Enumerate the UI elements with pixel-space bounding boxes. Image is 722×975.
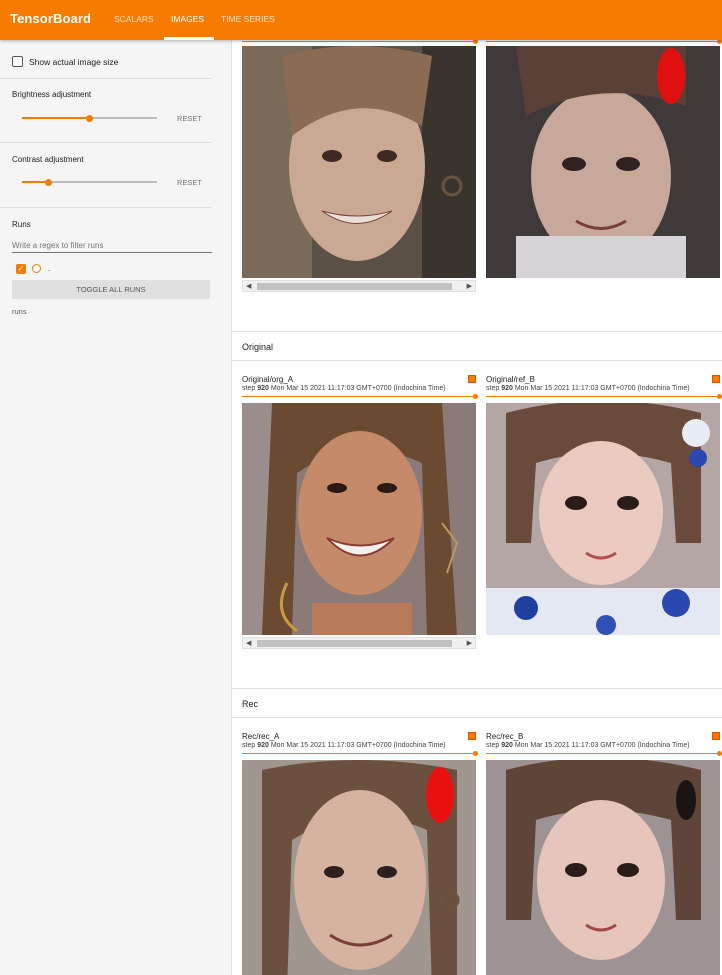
brightness-slider[interactable] [22,114,157,122]
card-meta: step 920 Mon Mar 15 2021 11:17:03 GMT+07… [242,385,446,392]
image-rec-a [242,760,476,975]
step-slider-knob[interactable] [717,40,722,44]
image-org-a [242,403,476,635]
sidebar: Show actual image size Brightness adjust… [0,40,232,975]
scroll-right-icon[interactable]: ▶ [467,282,472,290]
tab-scalars[interactable]: SCALARS [114,14,154,24]
scroll-right-icon[interactable]: ▶ [467,639,472,647]
contrast-slider[interactable] [22,178,157,186]
image-card-ref-b: Original/ref_B step 920 Mon Mar 15 2021 … [486,375,722,640]
step-slider-knob[interactable] [717,751,722,756]
section-title: Original [242,342,274,352]
contrast-title: Contrast adjustment [12,155,84,164]
card-title: Original/org_A [242,375,294,384]
image-rec-b-cropped [486,46,720,278]
tab-time-series[interactable]: TIME SERIES [221,14,275,24]
scrollbar-thumb[interactable] [257,283,452,290]
section-header-rec[interactable]: Rec [232,688,722,718]
brightness-slider-knob[interactable] [86,114,93,122]
card-title: Rec/rec_B [486,732,524,741]
brightness-reset-button[interactable]: RESET [177,114,202,123]
show-actual-size-checkbox[interactable] [12,56,23,67]
step-slider[interactable] [486,40,722,44]
card-meta: step 920 Mon Mar 15 2021 11:17:03 GMT+07… [242,742,446,749]
flag-icon[interactable] [712,375,720,383]
flag-icon[interactable] [712,732,720,740]
run-checkbox[interactable]: ✓ [16,264,26,274]
card-title: Original/ref_B [486,375,535,384]
image-card-rec-b: Rec/rec_B step 920 Mon Mar 15 2021 11:17… [486,732,722,975]
brightness-title: Brightness adjustment [12,90,92,99]
runs-footer: runs [12,307,27,316]
run-filter-input[interactable] [12,238,212,253]
top-app-bar: TensorBoard SCALARS IMAGES TIME SERIES [0,0,722,40]
image-rec-b [486,760,720,975]
scroll-left-icon[interactable]: ◀ [246,282,251,290]
step-slider[interactable] [242,40,478,44]
show-actual-size-label: Show actual image size [29,57,119,67]
section-header-original[interactable]: Original [232,331,722,361]
app-title: TensorBoard [10,11,92,26]
brightness-slider-fill [22,117,90,119]
step-slider[interactable] [486,751,722,756]
scrollbar-thumb[interactable] [257,640,452,647]
step-slider[interactable] [242,394,478,399]
runs-section: Runs ✓ . TOGGLE ALL RUNS runs [0,207,212,327]
images-dashboard: ◀ ▶ Original Original/org_A step 920 Mon [232,40,722,975]
run-label: . [48,264,51,273]
contrast-section: Contrast adjustment RESET [0,142,211,208]
image-card [486,40,722,280]
card-meta: step 920 Mon Mar 15 2021 11:17:03 GMT+07… [486,385,690,392]
step-slider-knob[interactable] [717,394,722,399]
flag-icon[interactable] [468,375,476,383]
toggle-all-runs-button[interactable]: TOGGLE ALL RUNS [12,280,210,299]
step-slider[interactable] [242,751,478,756]
image-card-org-a: Original/org_A step 920 Mon Mar 15 2021 … [242,375,478,655]
brightness-section: Brightness adjustment RESET [0,78,211,143]
step-slider[interactable] [486,394,722,399]
image-card-rec-a: Rec/rec_A step 920 Mon Mar 15 2021 11:17… [242,732,478,975]
scroll-left-icon[interactable]: ◀ [246,639,251,647]
section-title: Rec [242,699,259,709]
image-ref-b [486,403,720,635]
horizontal-scrollbar[interactable]: ◀ ▶ [242,637,476,649]
contrast-reset-button[interactable]: RESET [177,178,202,187]
tab-images[interactable]: IMAGES [171,14,204,24]
card-title: Rec/rec_A [242,732,280,741]
contrast-slider-knob[interactable] [45,178,52,186]
image-rec-a-cropped [242,46,476,278]
step-slider-knob[interactable] [473,394,478,399]
step-slider-knob[interactable] [473,751,478,756]
step-slider-knob[interactable] [473,40,478,44]
runs-title: Runs [12,220,31,229]
flag-icon[interactable] [468,732,476,740]
card-meta: step 920 Mon Mar 15 2021 11:17:03 GMT+07… [486,742,690,749]
image-size-section: Show actual image size [0,40,211,79]
image-card: ◀ ▶ [242,40,478,292]
active-tab-indicator [164,37,214,40]
run-color-swatch[interactable] [32,264,41,273]
horizontal-scrollbar[interactable]: ◀ ▶ [242,280,476,292]
